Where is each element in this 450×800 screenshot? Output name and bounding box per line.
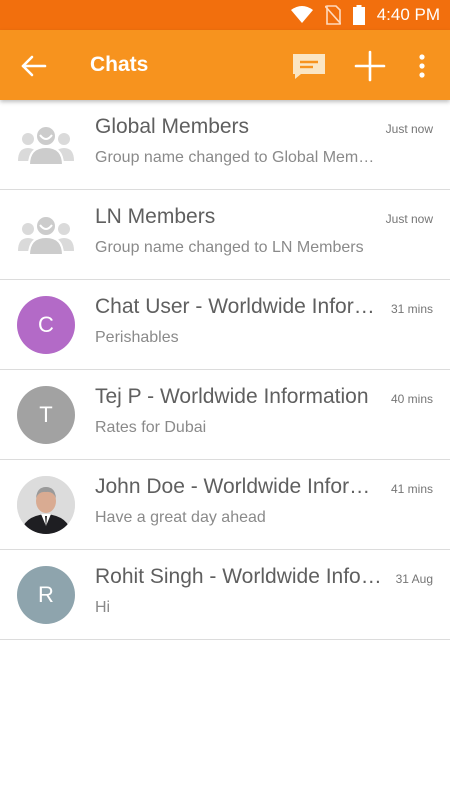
person-photo-icon (17, 476, 75, 534)
message-icon[interactable] (291, 52, 327, 80)
chat-name: Global Members (95, 115, 250, 138)
status-time: 4:40 PM (376, 5, 440, 24)
group-avatar (17, 206, 75, 264)
chat-time: 31 mins (390, 302, 433, 316)
chat-name: LN Members (95, 205, 216, 228)
chat-list-item[interactable]: LN Members Group name changed to LN Memb… (0, 190, 450, 280)
battery-icon (352, 5, 365, 25)
group-avatar (17, 116, 75, 174)
page-title: Chats (90, 53, 149, 76)
avatar-photo (17, 476, 75, 534)
status-bar: 4:40 PM (0, 0, 450, 30)
chat-name: Rohit Singh - Worldwide Information (95, 565, 385, 588)
chat-preview: Hi (95, 599, 111, 616)
chat-preview: Group name changed to Global Members (95, 149, 380, 166)
plus-icon[interactable] (354, 50, 386, 82)
chat-name: Chat User - Worldwide Information (95, 295, 385, 318)
chat-time: Just now (385, 212, 433, 226)
chat-name: John Doe - Worldwide Information (95, 475, 385, 498)
chat-time: 41 mins (390, 482, 433, 496)
group-icon (18, 215, 74, 256)
avatar-letter: C (38, 312, 54, 337)
chat-list-item[interactable]: C Chat User - Worldwide Information Peri… (0, 280, 450, 370)
chat-list-item[interactable]: John Doe - Worldwide Information Have a … (0, 460, 450, 550)
chat-time: 40 mins (390, 392, 433, 406)
chat-preview: Group name changed to LN Members (95, 239, 364, 256)
chat-name: Tej P - Worldwide Information (95, 385, 369, 408)
back-arrow-icon[interactable] (20, 52, 48, 80)
no-sim-icon (324, 5, 341, 25)
app-bar: Chats (0, 30, 450, 100)
avatar: R (17, 566, 75, 624)
chat-list-item[interactable]: Global Members Group name changed to Glo… (0, 100, 450, 190)
avatar-letter: T (39, 402, 53, 427)
chat-preview: Perishables (95, 329, 179, 346)
chat-list-item[interactable]: T Tej P - Worldwide Information Rates fo… (0, 370, 450, 460)
avatar-letter: R (38, 582, 54, 607)
avatar: C (17, 296, 75, 354)
chat-preview: Rates for Dubai (95, 419, 207, 436)
status-icons: 4:40 PM (290, 0, 440, 30)
wifi-icon (290, 6, 313, 23)
avatar: T (17, 386, 75, 444)
more-vert-icon[interactable] (412, 52, 432, 80)
chat-time: Just now (385, 122, 433, 136)
group-icon (18, 125, 74, 166)
chat-list-item[interactable]: R Rohit Singh - Worldwide Information Hi… (0, 550, 450, 640)
chat-time: 31 Aug (395, 572, 433, 586)
chat-preview: Have a great day ahead (95, 509, 266, 526)
chat-list: Global Members Group name changed to Glo… (0, 100, 450, 640)
